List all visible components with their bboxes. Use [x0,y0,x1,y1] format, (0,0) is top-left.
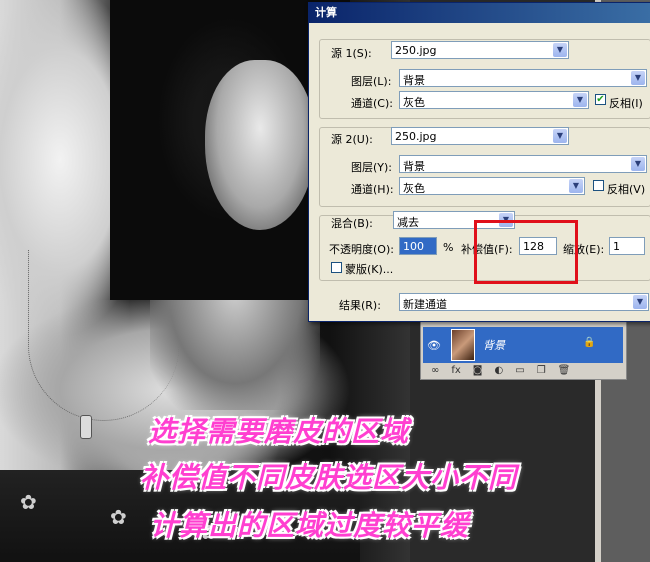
source1-invert-label: 反相(I) [609,97,643,110]
chevron-down-icon: ▼ [553,129,567,143]
mask-label[interactable]: 蒙版(K)... [345,261,393,277]
eye-icon[interactable]: 👁 [427,339,441,352]
offset-highlight-box [474,220,578,284]
result-select[interactable]: 新建通道 ▼ [399,293,649,311]
caption-line-1: 选择需要磨皮的区域 [148,415,410,448]
source2-channel-select[interactable]: 灰色 ▼ [399,177,585,195]
source1-channel-value: 灰色 [403,96,425,109]
source2-layer-value: 背景 [403,160,425,173]
caption-line-3: 计算出的区域过度较平缓 [150,509,470,542]
photo-necklace [28,250,179,421]
source1-layer-select[interactable]: 背景 ▼ [399,69,647,87]
chevron-down-icon: ▼ [631,157,645,171]
flower-pattern: ✿ [20,490,37,514]
source1-channel-select[interactable]: 灰色 ▼ [399,91,589,109]
layers-panel: 👁 背景 🔒 ∞ fx ◙ ◐ ▭ ❐ 🗑 [420,316,627,380]
blend-mode-value: 减去 [397,216,419,229]
result-value: 新建通道 [403,298,447,311]
adjustment-icon[interactable]: ◐ [495,365,504,376]
chevron-down-icon: ▼ [573,93,587,107]
trash-icon[interactable]: 🗑 [558,365,571,376]
source1-invert-checkbox[interactable]: ✔ [595,94,606,105]
source2-invert-label: 反相(V) [607,183,646,196]
lock-icon: 🔒 [583,337,596,348]
chevron-down-icon: ▼ [631,71,645,85]
folder-icon[interactable]: ▭ [515,365,524,376]
source1-channel-label: 通道(C): [351,97,393,110]
layer-row-background[interactable]: 👁 背景 🔒 [423,327,623,363]
source2-layer-label: 图层(Y): [351,161,393,174]
new-layer-icon[interactable]: ❐ [537,365,546,376]
mask-checkbox[interactable] [331,262,342,273]
dialog-title: 计算 [309,3,650,23]
caption-line-2: 补偿值不同皮肤选区大小不同 [140,461,518,494]
photo-pendant [80,415,92,439]
source1-label: 源 1(S): [331,47,372,60]
fx-icon[interactable]: fx [451,365,460,376]
source1-layer-value: 背景 [403,74,425,87]
source2-layer-select[interactable]: 背景 ▼ [399,155,647,173]
opacity-input[interactable]: 100 [399,237,437,255]
photo-face [205,60,315,230]
source2-invert-checkbox[interactable] [593,180,604,191]
source1-select[interactable]: 250.jpg ▼ [391,41,569,59]
source2-channel-label: 通道(H): [351,183,394,196]
chevron-down-icon: ▼ [569,179,583,193]
layer-name: 背景 [483,339,505,352]
source2-value: 250.jpg [395,130,437,143]
opacity-label: 不透明度(O): [329,243,394,256]
opacity-percent: % [443,241,454,254]
layer-toolbar: ∞ fx ◙ ◐ ▭ ❐ 🗑 [431,365,570,376]
chevron-down-icon: ▼ [633,295,647,309]
blend-label: 混合(B): [331,217,373,230]
layer-thumbnail [451,329,475,361]
source2-label: 源 2(U): [331,133,373,146]
mask-icon[interactable]: ◙ [473,365,483,376]
chevron-down-icon: ▼ [553,43,567,57]
flower-pattern: ✿ [110,505,127,529]
source1-layer-label: 图层(L): [351,75,392,88]
result-label: 结果(R): [339,299,381,312]
source2-channel-value: 灰色 [403,182,425,195]
link-icon[interactable]: ∞ [431,365,439,376]
source2-select[interactable]: 250.jpg ▼ [391,127,569,145]
scale-input[interactable]: 1 [609,237,645,255]
source1-value: 250.jpg [395,44,437,57]
